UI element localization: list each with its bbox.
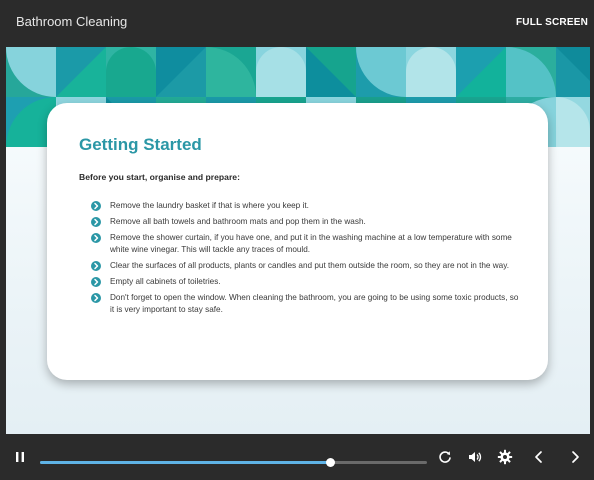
list-item: Remove the shower curtain, if you have o… (91, 232, 521, 256)
slide-intro: Before you start, organise and prepare: (79, 172, 240, 182)
list-item-text: Clear the surfaces of all products, plan… (110, 261, 509, 270)
list-item-text: Remove the shower curtain, if you have o… (110, 233, 512, 254)
chevron-right-icon (91, 233, 101, 243)
list-item: Clear the surfaces of all products, plan… (91, 260, 521, 272)
top-bar: Bathroom Cleaning FULL SCREEN (0, 0, 594, 47)
replay-icon[interactable] (437, 449, 453, 465)
chevron-right-icon (91, 277, 101, 287)
chevron-right-icon (91, 217, 101, 227)
list-item: Don't forget to open the window. When cl… (91, 292, 521, 316)
bullet-list: Remove the laundry basket if that is whe… (91, 200, 521, 320)
list-item: Empty all cabinets of toiletries. (91, 276, 521, 288)
pause-icon[interactable] (12, 449, 28, 465)
chevron-right-icon (91, 293, 101, 303)
list-item: Remove all bath towels and bathroom mats… (91, 216, 521, 228)
slide: Getting Started Before you start, organi… (6, 47, 590, 434)
volume-icon[interactable] (467, 449, 483, 465)
content-card: Getting Started Before you start, organi… (47, 103, 548, 380)
progress-handle[interactable] (326, 458, 336, 467)
list-item-text: Remove the laundry basket if that is whe… (110, 201, 309, 210)
course-title: Bathroom Cleaning (16, 14, 128, 29)
chevron-right-icon (91, 201, 101, 211)
settings-icon[interactable] (497, 449, 513, 465)
full-screen-button[interactable]: FULL SCREEN (516, 17, 588, 28)
player-controls (0, 434, 594, 480)
chevron-right-icon (91, 261, 101, 271)
progress-bar[interactable] (40, 458, 427, 467)
list-item: Remove the laundry basket if that is whe… (91, 200, 521, 212)
progress-fill (40, 461, 331, 464)
slide-heading: Getting Started (79, 135, 202, 154)
previous-icon[interactable] (531, 449, 547, 465)
list-item-text: Empty all cabinets of toiletries. (110, 277, 221, 286)
list-item-text: Remove all bath towels and bathroom mats… (110, 217, 366, 226)
list-item-text: Don't forget to open the window. When cl… (110, 293, 519, 314)
next-icon[interactable] (567, 449, 583, 465)
